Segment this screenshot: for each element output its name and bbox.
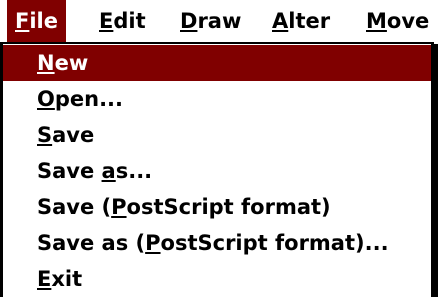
menu-item-save-as-prefix: Save	[37, 159, 102, 183]
menu-item-save-as-access-key: a	[101, 159, 116, 183]
menu-item-save-as[interactable]: Save as...	[3, 153, 431, 189]
menu-item-save-postscript-prefix: Save (	[37, 195, 112, 219]
menu-file-access-key: F	[15, 9, 30, 33]
menu-move[interactable]: Move	[358, 0, 437, 42]
menu-alter[interactable]: Alter	[264, 0, 338, 42]
menu-edit[interactable]: Edit	[91, 0, 154, 42]
menu-item-save[interactable]: Save	[3, 117, 431, 153]
menu-item-exit-label: xit	[51, 267, 83, 291]
menu-move-label: ove	[386, 9, 430, 33]
menu-alter-label: lter	[288, 9, 331, 33]
dropdown-shadow	[434, 44, 438, 297]
menu-item-save-as-postscript-label: ostScript format)...	[160, 231, 389, 255]
menu-file[interactable]: File	[7, 0, 66, 42]
menu-item-open[interactable]: Open...	[3, 81, 431, 117]
menu-item-save-as-postscript-prefix: Save as (	[37, 231, 146, 255]
menu-item-open-access-key: O	[37, 87, 55, 111]
menu-item-save-as-label: s...	[115, 159, 153, 183]
menu-draw-label: raw	[197, 9, 242, 33]
file-menu-dropdown: New Open... Save Save as... Save (PostSc…	[0, 42, 434, 297]
menu-item-open-label: pen...	[54, 87, 124, 111]
menu-item-save-as-postscript[interactable]: Save as (PostScript format)...	[3, 225, 431, 261]
menu-file-label: ile	[29, 9, 58, 33]
menu-item-save-postscript-label: ostScript format)	[126, 195, 331, 219]
menu-bar: File Edit Draw Alter Move	[0, 0, 447, 42]
menu-item-save-label: ave	[52, 123, 95, 147]
menu-item-new-label: ew	[54, 51, 89, 75]
menu-edit-label: dit	[113, 9, 146, 33]
menu-move-access-key: M	[366, 9, 387, 33]
menu-edit-access-key: E	[99, 9, 114, 33]
menu-item-save-postscript-access-key: P	[111, 195, 127, 219]
menu-item-exit[interactable]: Exit	[3, 261, 431, 297]
menu-alter-access-key: A	[272, 9, 289, 33]
menu-item-new[interactable]: New	[3, 45, 431, 81]
menu-item-save-as-postscript-access-key: P	[145, 231, 161, 255]
menu-item-new-access-key: N	[37, 51, 55, 75]
menu-draw-access-key: D	[180, 9, 198, 33]
menu-draw[interactable]: Draw	[172, 0, 249, 42]
menu-item-save-access-key: S	[37, 123, 53, 147]
menu-item-exit-access-key: E	[37, 267, 52, 291]
menu-item-save-postscript[interactable]: Save (PostScript format)	[3, 189, 431, 225]
